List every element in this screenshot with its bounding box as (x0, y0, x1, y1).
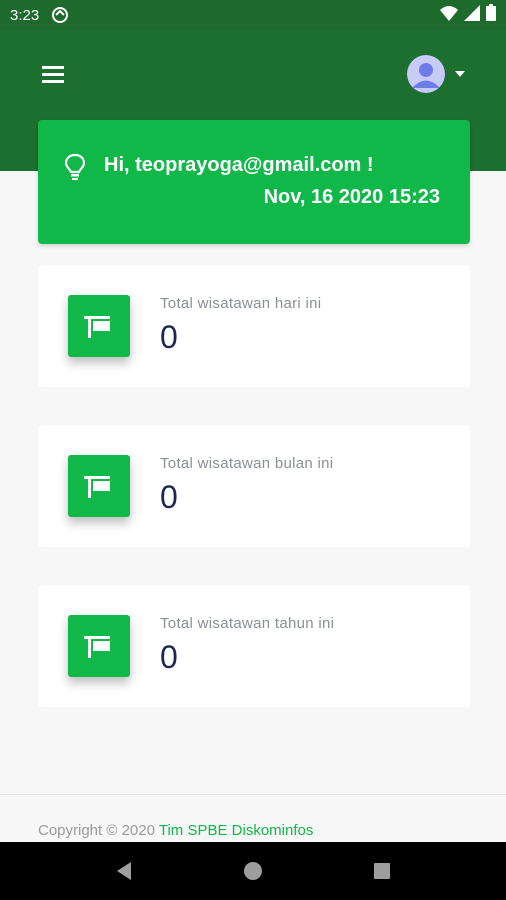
stat-card-today: Total wisatawan hari ini 0 (38, 265, 470, 387)
copyright-text: Copyright © 2020 (38, 822, 159, 839)
user-avatar-icon[interactable] (407, 55, 445, 93)
welcome-card: Hi, teoprayoga@gmail.com ! Nov, 16 2020 … (38, 120, 470, 244)
status-bar: 3:23 (0, 0, 506, 30)
stat-label: Total wisatawan hari ini (160, 295, 322, 312)
user-menu-toggle[interactable] (407, 55, 465, 93)
flag-icon (68, 455, 130, 517)
stat-value: 0 (160, 479, 178, 515)
datetime-text: Nov, 16 2020 15:23 (263, 186, 440, 208)
home-icon[interactable] (238, 856, 268, 886)
flag-icon (68, 295, 130, 357)
signal-icon (464, 4, 480, 26)
wifi-icon (440, 5, 458, 26)
status-icons (440, 4, 496, 26)
footer-link[interactable]: Tim SPBE Diskominfos (159, 822, 313, 839)
stat-value: 0 (160, 639, 178, 675)
caret-down-icon[interactable] (455, 71, 465, 77)
stat-card-month: Total wisatawan bulan ini 0 (38, 425, 470, 547)
recents-icon[interactable] (367, 856, 397, 886)
footer: Copyright © 2020 Tim SPBE Diskominfos (38, 822, 313, 839)
sync-icon (51, 6, 69, 24)
footer-divider (0, 794, 506, 795)
greeting-text: Hi, teoprayoga@gmail.com ! (104, 154, 374, 176)
battery-icon (486, 4, 496, 26)
stat-label: Total wisatawan tahun ini (160, 615, 335, 632)
flag-icon (68, 615, 130, 677)
stat-value: 0 (160, 319, 178, 355)
status-time: 3:23 (10, 6, 40, 24)
menu-icon[interactable] (42, 63, 66, 85)
stat-card-year: Total wisatawan tahun ini 0 (38, 585, 470, 707)
lightbulb-icon (64, 153, 86, 181)
system-nav-bar (0, 842, 506, 900)
stat-label: Total wisatawan bulan ini (160, 455, 334, 472)
back-icon[interactable] (109, 856, 139, 886)
